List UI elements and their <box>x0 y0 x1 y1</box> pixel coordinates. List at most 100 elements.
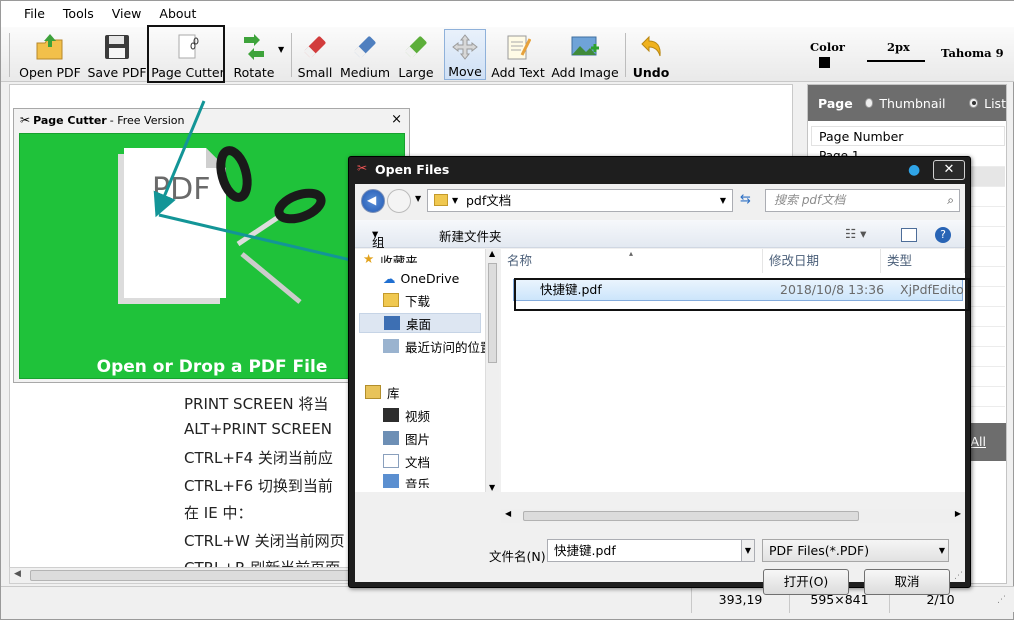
scroll-right-icon[interactable]: ▶ <box>955 509 961 518</box>
open-pdf-button[interactable]: Open PDF <box>19 29 81 80</box>
tree-desktop[interactable]: 桌面 <box>359 313 481 333</box>
thumbnail-radio[interactable] <box>864 98 874 108</box>
medium-eraser-button[interactable]: Medium <box>340 29 390 80</box>
page-number-column-header[interactable]: Page Number <box>811 126 1005 146</box>
recent-places-icon <box>383 339 399 353</box>
add-text-button[interactable]: Add Text <box>491 29 545 80</box>
tree-documents[interactable]: 文档 <box>383 451 430 471</box>
filename-value: 快捷键.pdf <box>554 543 616 558</box>
scrollbar-thumb[interactable] <box>30 570 400 581</box>
page-cutter-edition: - Free Version <box>109 113 185 127</box>
cancel-button[interactable]: 取消 <box>864 569 950 595</box>
rotate-arrows-icon <box>238 31 270 63</box>
statusbar: 393,19 595×841 2/10 ⋰ <box>1 586 1014 613</box>
page-cutter-close-button[interactable]: × <box>391 112 402 127</box>
resize-grip-icon[interactable]: ⋰ <box>997 595 1006 605</box>
rotate-button[interactable]: Rotate <box>231 29 277 80</box>
color-swatch[interactable] <box>819 57 830 68</box>
tree-videos[interactable]: 视频 <box>383 405 430 425</box>
column-date-modified[interactable]: 修改日期 <box>763 249 881 273</box>
all-pages-link[interactable]: All <box>971 434 987 449</box>
menu-file[interactable]: File <box>15 1 54 27</box>
scroll-left-icon[interactable]: ◀ <box>505 509 511 518</box>
address-dropdown-icon[interactable]: ▼ <box>720 190 726 211</box>
scroll-left-icon[interactable]: ◀ <box>14 569 21 579</box>
file-list-horizontal-scrollbar[interactable]: ◀ ▶ <box>501 509 965 523</box>
dialog-body: ◀ ▼ ▼ pdf文档 ▼ ⇆ 搜索 pdf文档 ⌕ 组织 ▾ 新建文件夹 ☷ … <box>355 184 965 595</box>
tree-scroll-thumb[interactable] <box>488 263 497 363</box>
color-label: Color <box>810 40 845 54</box>
documents-icon <box>383 454 399 468</box>
app-window: File Tools View About Open PDF Save PDF … <box>0 0 1014 620</box>
filename-label: 文件名(N): <box>489 549 550 564</box>
rotate-dropdown-icon[interactable]: ▼ <box>278 45 284 54</box>
list-label[interactable]: List <box>984 96 1006 111</box>
forward-button[interactable] <box>387 189 411 213</box>
blue-eraser-icon <box>349 31 381 63</box>
toolbar-separator <box>625 33 626 77</box>
large-eraser-button[interactable]: Large <box>397 29 435 80</box>
save-pdf-label: Save PDF <box>87 65 147 80</box>
sort-indicator-icon: ▴ <box>629 249 634 258</box>
tree-libraries[interactable]: 库 <box>365 382 400 402</box>
move-button[interactable]: Move <box>444 29 486 80</box>
file-list-scroll-thumb[interactable] <box>523 511 859 521</box>
new-folder-button[interactable]: 新建文件夹 <box>439 226 502 245</box>
file-type-dropdown-icon[interactable]: ▼ <box>939 540 945 561</box>
add-text-label: Add Text <box>491 65 545 80</box>
small-eraser-button[interactable]: Small <box>297 29 333 80</box>
tree-label: OneDrive <box>400 270 460 286</box>
dialog-toolbar: 组织 ▾ 新建文件夹 ☷ ▾ ? <box>355 220 965 269</box>
save-pdf-button[interactable]: Save PDF <box>87 29 147 80</box>
tree-pictures[interactable]: 图片 <box>383 428 430 448</box>
page-cutter-titlebar: ✂ Page Cutter - Free Version <box>14 109 409 131</box>
menu-view[interactable]: View <box>103 1 151 27</box>
list-radio[interactable] <box>969 98 979 108</box>
tree-vertical-scrollbar[interactable]: ▲ ▼ <box>485 249 499 492</box>
undo-button[interactable]: Undo <box>631 29 671 80</box>
back-button[interactable]: ◀ <box>361 189 385 213</box>
font-value[interactable]: Tahoma 9 <box>941 46 1004 60</box>
menu-about[interactable]: About <box>150 1 205 27</box>
add-image-button[interactable]: Add Image <box>551 29 619 80</box>
tree-recent-places[interactable]: 最近访问的位置 <box>383 336 485 356</box>
search-icon[interactable]: ⌕ <box>947 190 954 211</box>
search-input[interactable]: 搜索 pdf文档 ⌕ <box>765 189 960 212</box>
scroll-down-icon[interactable]: ▼ <box>489 483 495 492</box>
doc-line: 在 IE 中： <box>184 504 253 522</box>
thumbnail-label[interactable]: Thumbnail <box>879 96 945 111</box>
desktop-icon <box>384 316 400 330</box>
organize-menu[interactable]: 组织 ▾ <box>372 226 385 269</box>
tree-favorites[interactable]: ★ 收藏夹 <box>363 251 418 263</box>
tree-label: 收藏夹 <box>380 254 418 263</box>
scroll-up-icon[interactable]: ▲ <box>489 249 495 258</box>
file-type-select[interactable]: PDF Files(*.PDF) ▼ <box>762 539 949 562</box>
doc-line: CTRL+F6 切换到当前 <box>184 477 333 495</box>
menu-tools[interactable]: Tools <box>54 1 103 27</box>
dialog-resize-grip-icon[interactable]: ⋰ <box>954 571 963 581</box>
tree-onedrive[interactable]: ☁ OneDrive <box>383 268 459 288</box>
pages-panel-title: Page <box>818 95 853 111</box>
tree-music[interactable]: 音乐 <box>383 474 430 488</box>
refresh-icon[interactable]: ⇆ <box>740 192 751 207</box>
open-button[interactable]: 打开(O) <box>763 569 849 595</box>
filename-input[interactable]: 快捷键.pdf <box>547 539 754 562</box>
menubar: File Tools View About <box>1 1 1014 27</box>
view-options-icon[interactable]: ☷ ▾ <box>845 226 866 241</box>
tree-label: 库 <box>387 385 400 401</box>
open-files-dialog: ✂ Open Files ● ✕ ◀ ▼ ▼ pdf文档 ▼ ⇆ 搜索 pdf文… <box>348 156 971 595</box>
preview-pane-icon[interactable] <box>901 228 917 242</box>
tree-label: 最近访问的位置 <box>405 339 485 355</box>
breadcrumb-dropdown-icon[interactable]: ▼ <box>452 190 458 211</box>
column-type[interactable]: 类型 <box>881 249 965 273</box>
tree-label: 文档 <box>405 454 431 470</box>
stroke-width-value[interactable]: 2px <box>887 40 910 54</box>
history-dropdown-icon[interactable]: ▼ <box>415 194 421 203</box>
tree-downloads[interactable]: 下载 <box>383 290 430 310</box>
toolbar: Open PDF Save PDF Page Cutter Rotate ▼ S… <box>1 25 1014 83</box>
address-bar[interactable]: ▼ pdf文档 ▼ <box>427 189 733 212</box>
open-folder-icon <box>34 31 66 63</box>
filename-dropdown-icon[interactable]: ▼ <box>741 539 755 562</box>
help-icon[interactable]: ? <box>935 227 951 243</box>
dialog-close-button[interactable]: ✕ <box>933 160 965 180</box>
